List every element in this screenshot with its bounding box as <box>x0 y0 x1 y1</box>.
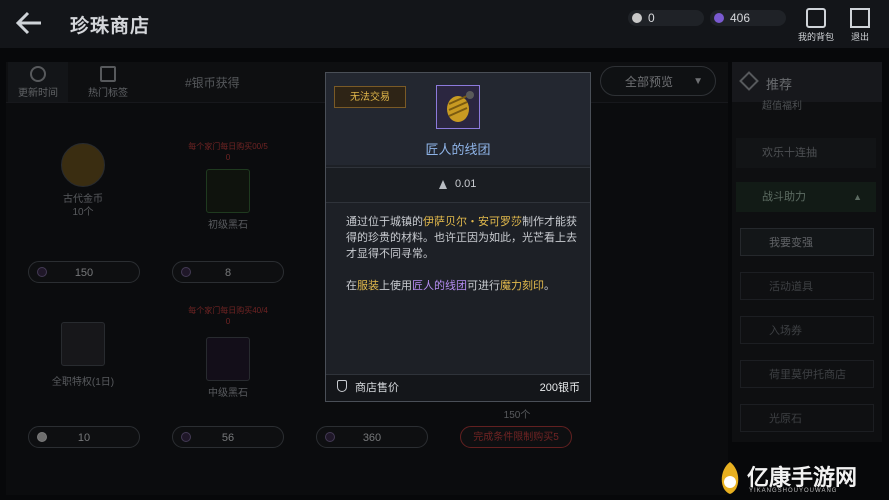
item-weight: 0.01 <box>455 178 477 190</box>
back-arrow-icon[interactable] <box>14 10 44 36</box>
bag-icon <box>806 8 826 28</box>
silver-coin-icon <box>632 13 642 23</box>
exit-button[interactable]: 退出 <box>838 8 882 43</box>
item-name: 匠人的线团 <box>425 142 491 157</box>
silver-currency: 0 <box>628 10 704 26</box>
site-watermark: 亿康手游网 YIKANGSHOUYOUWANG <box>715 458 885 498</box>
page-title: 珍珠商店 <box>70 16 151 37</box>
item-usage: 在服装上使用匠人的线团可进行魔力刻印。 <box>346 280 555 292</box>
weight-icon <box>439 180 447 189</box>
thread-spool-icon <box>436 85 480 129</box>
watermark-logo-icon <box>721 462 739 494</box>
pearl-currency: 406 <box>710 10 786 26</box>
item-description: 通过位于城镇的伊萨贝尔・安可罗莎制作才能获得的珍贵的材料。也许正因为如此，光芒看… <box>346 216 577 260</box>
sell-price-label: 商店售价 <box>355 382 399 394</box>
untradable-badge: 无法交易 <box>334 86 406 108</box>
bag-button[interactable]: 我的背包 <box>794 8 838 43</box>
sell-price-value: 200银币 <box>539 382 580 394</box>
money-bag-icon <box>337 380 347 392</box>
pearl-icon <box>714 13 724 23</box>
exit-icon <box>850 8 870 28</box>
